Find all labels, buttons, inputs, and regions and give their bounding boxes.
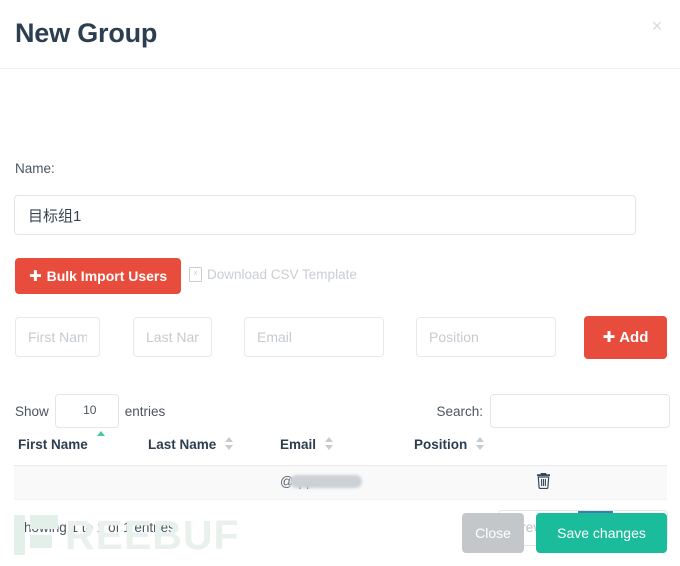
add-user-label: Add (619, 329, 649, 346)
group-name-label: Name: (15, 161, 55, 176)
sort-both-icon (476, 437, 485, 451)
trash-icon[interactable] (536, 472, 551, 491)
column-header-email[interactable]: Email (280, 437, 334, 452)
close-icon[interactable]: × (644, 13, 670, 39)
column-label: Email (280, 437, 317, 452)
close-button[interactable]: Close (462, 513, 524, 553)
users-table: First Name Last Name Email Position (14, 431, 667, 500)
column-label: Last Name (148, 437, 217, 452)
search-input[interactable] (490, 394, 670, 428)
column-header-first-name[interactable]: First Name (18, 431, 106, 452)
modal-footer: Close Save changes (0, 500, 680, 566)
new-group-modal: New Group × Name: ✚ Bulk Import Users x … (0, 0, 680, 566)
download-csv-template-label: Download CSV Template (207, 267, 357, 282)
download-csv-template-link[interactable]: x Download CSV Template (189, 267, 357, 282)
cell-actions (536, 472, 551, 492)
column-label: Position (414, 437, 468, 452)
entries-per-page-select[interactable]: 10 (54, 394, 119, 428)
table-row[interactable]: @qq.... (14, 465, 667, 500)
sort-both-icon (225, 437, 234, 451)
save-changes-button[interactable]: Save changes (536, 513, 667, 553)
search-label: Search: (436, 403, 483, 419)
table-header-row: First Name Last Name Email Position (14, 431, 667, 465)
entries-length-control: Show 10 entries (15, 394, 165, 428)
last-name-input[interactable] (133, 317, 212, 357)
sort-ascending-icon (96, 431, 106, 445)
first-name-input[interactable] (15, 317, 100, 357)
column-header-last-name[interactable]: Last Name (148, 437, 234, 452)
add-user-button[interactable]: ✚ Add (584, 316, 667, 359)
column-header-position[interactable]: Position (414, 437, 485, 452)
email-input[interactable] (244, 317, 384, 357)
show-label: Show (15, 403, 49, 419)
search-filter: Search: (436, 394, 670, 428)
plus-icon: ✚ (602, 329, 616, 346)
file-excel-icon: x (189, 267, 202, 282)
modal-header: New Group × (0, 0, 680, 69)
plus-icon: ✚ (29, 267, 42, 285)
entries-label: entries (124, 403, 166, 419)
modal-body: Name: ✚ Bulk Import Users x Download CSV… (0, 69, 680, 566)
sort-both-icon (324, 437, 334, 451)
position-input[interactable] (416, 317, 556, 357)
page-title: New Group (15, 18, 158, 48)
cell-email: @qq.... (280, 474, 362, 489)
bulk-import-users-button[interactable]: ✚ Bulk Import Users (15, 258, 182, 294)
column-label: First Name (18, 437, 88, 452)
group-name-input[interactable] (14, 195, 636, 235)
bulk-import-users-label: Bulk Import Users (46, 268, 168, 284)
redaction-overlay (290, 475, 362, 488)
